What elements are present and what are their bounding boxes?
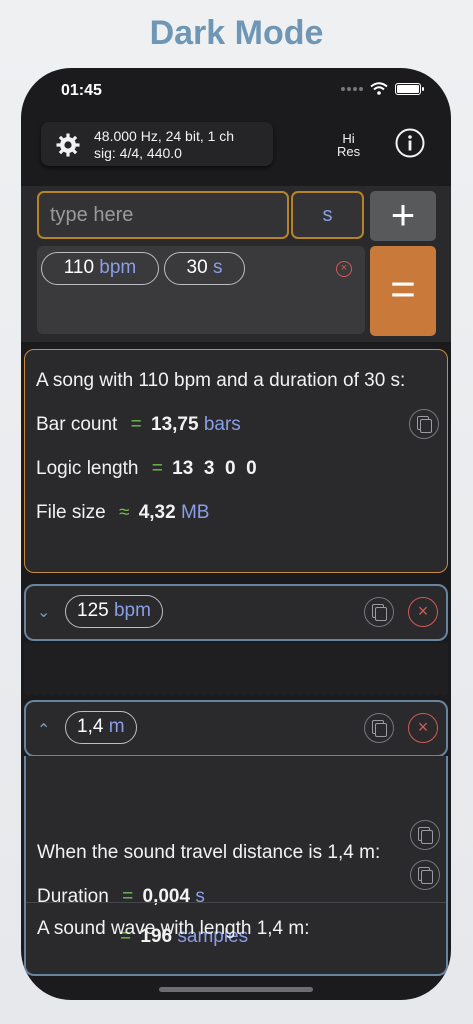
token-value: 30 bbox=[186, 257, 208, 278]
row-unit: MB bbox=[180, 502, 210, 523]
status-bar: 01:45 bbox=[21, 68, 451, 118]
copy-icon[interactable] bbox=[410, 860, 440, 890]
song-result-card: A song with 110 bpm and a duration of 30… bbox=[24, 349, 448, 573]
status-icons bbox=[341, 82, 424, 95]
wifi-icon bbox=[370, 82, 388, 95]
bpm-result-card[interactable]: ⌄ 125 bpm × bbox=[24, 584, 448, 641]
row-value: 0,004 bbox=[142, 886, 191, 907]
distance-headline: When the sound travel distance is 1,4 m: bbox=[37, 842, 381, 863]
audio-settings-summary: 48.000 Hz, 24 bit, 1 ch sig: 4/4, 440.0 bbox=[94, 128, 234, 162]
phone-screen: 01:45 48.000 Hz, 24 bit, 1 ch sig: 4/4, … bbox=[21, 68, 451, 1000]
bar-count-row: Bar count = 13,75 bars bbox=[36, 414, 241, 436]
delete-icon[interactable]: × bbox=[408, 597, 438, 627]
info-icon[interactable] bbox=[395, 128, 425, 158]
gear-icon bbox=[56, 133, 80, 157]
home-indicator[interactable] bbox=[159, 987, 313, 992]
app-header: 48.000 Hz, 24 bit, 1 ch sig: 4/4, 440.0 … bbox=[21, 120, 451, 184]
token-bpm[interactable]: 110 bpm bbox=[41, 252, 159, 285]
add-button[interactable]: + bbox=[370, 191, 436, 241]
clear-tokens-icon[interactable]: × bbox=[336, 261, 352, 277]
hires-toggle[interactable]: Hi Res bbox=[337, 132, 360, 158]
input-tokens-area: 110 bpm 30 s × bbox=[37, 246, 365, 334]
distance-result-card-body: When the sound travel distance is 1,4 m:… bbox=[24, 756, 448, 976]
row-value: 13 3 0 0 bbox=[172, 458, 257, 479]
logic-length-row: Logic length = 13 3 0 0 bbox=[36, 458, 257, 480]
section-divider bbox=[26, 902, 446, 903]
copy-icon[interactable] bbox=[410, 820, 440, 850]
delete-icon[interactable]: × bbox=[408, 713, 438, 743]
value-input[interactable]: type here bbox=[37, 191, 289, 239]
row-label: Bar count bbox=[36, 414, 118, 435]
distance-result-card-header[interactable]: ⌃ 1,4 m × bbox=[24, 700, 448, 757]
distance-value-pill[interactable]: 1,4 m bbox=[65, 711, 137, 744]
input-panel: type here s + 110 bpm 30 s × = bbox=[21, 186, 451, 342]
token-seconds[interactable]: 30 s bbox=[164, 252, 245, 285]
row-label: Duration bbox=[37, 886, 109, 907]
row-unit: bars bbox=[203, 414, 241, 435]
wave-headline: A sound wave with length 1,4 m: bbox=[37, 918, 310, 939]
collapsed-card-edge bbox=[24, 643, 448, 699]
row-label: File size bbox=[36, 502, 106, 523]
duration-row: Duration = 0,004 s bbox=[37, 886, 205, 908]
results-list: A song with 110 bpm and a duration of 30… bbox=[21, 346, 451, 976]
row-operator: = bbox=[130, 414, 142, 435]
chevron-down-icon[interactable]: ⌄ bbox=[37, 602, 50, 622]
pill-value: 125 bbox=[77, 600, 109, 621]
row-label: Logic length bbox=[36, 458, 139, 479]
row-operator: ≈ bbox=[118, 502, 130, 523]
bpm-value-pill[interactable]: 125 bpm bbox=[65, 595, 163, 628]
status-time: 01:45 bbox=[61, 82, 102, 99]
row-operator: = bbox=[151, 458, 163, 479]
cellular-signal-icon bbox=[341, 86, 363, 91]
battery-icon bbox=[395, 82, 424, 95]
hires-label-line2: Res bbox=[337, 144, 361, 159]
copy-icon[interactable] bbox=[364, 713, 394, 743]
calculate-button[interactable]: = bbox=[370, 246, 436, 336]
pill-value: 1,4 bbox=[77, 716, 104, 737]
unit-selector[interactable]: s bbox=[291, 191, 364, 239]
page-title: Dark Mode bbox=[149, 14, 324, 52]
row-value: 4,32 bbox=[138, 502, 176, 523]
token-value: 110 bbox=[63, 257, 95, 278]
file-size-row: File size ≈ 4,32 MB bbox=[36, 502, 209, 524]
copy-icon[interactable] bbox=[409, 409, 439, 439]
row-value: 13,75 bbox=[151, 414, 199, 435]
song-headline: A song with 110 bpm and a duration of 30… bbox=[36, 370, 406, 391]
row-operator: = bbox=[122, 886, 134, 907]
row-unit: s bbox=[195, 886, 205, 907]
token-unit: s bbox=[212, 257, 223, 278]
copy-icon[interactable] bbox=[364, 597, 394, 627]
audio-settings-button[interactable]: 48.000 Hz, 24 bit, 1 ch sig: 4/4, 440.0 bbox=[41, 122, 273, 166]
settings-signature-text: sig: 4/4, 440.0 bbox=[94, 145, 182, 161]
pill-unit: m bbox=[108, 716, 125, 737]
pill-unit: bpm bbox=[113, 600, 151, 621]
settings-format-text: 48.000 Hz, 24 bit, 1 ch bbox=[94, 128, 235, 144]
token-unit: bpm bbox=[99, 257, 137, 278]
chevron-up-icon[interactable]: ⌃ bbox=[37, 720, 50, 740]
